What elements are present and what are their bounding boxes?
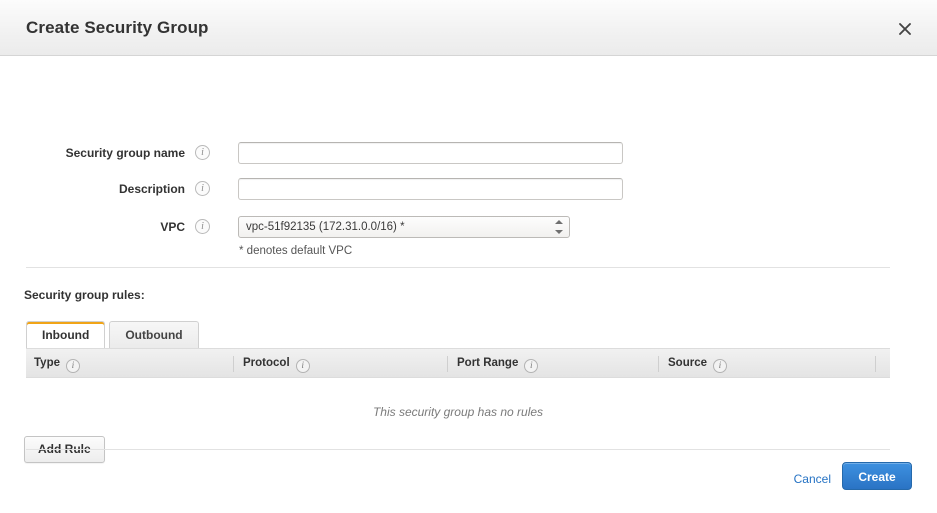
cancel-button[interactable]: Cancel <box>794 472 831 486</box>
column-divider <box>658 356 659 372</box>
info-icon[interactable]: i <box>195 145 210 160</box>
column-header-port-range-label: Port Range <box>457 357 519 369</box>
column-header-protocol: Protocol i <box>243 349 310 378</box>
column-divider <box>447 356 448 372</box>
column-header-port-range: Port Range i <box>457 349 539 378</box>
rules-table: Type i Protocol i Port Range i Source i <box>26 348 890 378</box>
rules-section-label: Security group rules: <box>24 288 145 302</box>
column-header-source-label: Source <box>668 357 707 369</box>
security-group-name-label: Security group name <box>65 146 185 160</box>
footer-divider <box>26 449 890 450</box>
info-icon[interactable]: i <box>295 359 310 373</box>
table-header-row: Type i Protocol i Port Range i Source i <box>26 348 890 378</box>
vpc-select[interactable]: vpc-51f92135 (172.31.0.0/16) * <box>238 216 570 238</box>
section-divider <box>26 267 890 268</box>
info-icon[interactable]: i <box>524 359 539 373</box>
field-row-security-group-name: Security group name i <box>0 142 937 164</box>
description-label: Description <box>118 182 185 196</box>
column-header-source: Source i <box>668 349 727 378</box>
stepper-arrows-icon <box>555 220 564 234</box>
dialog-body: Security group name i Description i VPC … <box>0 56 937 463</box>
column-divider <box>875 356 876 372</box>
info-icon[interactable]: i <box>195 181 210 196</box>
dialog-header: Create Security Group <box>0 0 937 56</box>
vpc-label: VPC <box>160 220 185 234</box>
vpc-select-value: vpc-51f92135 (172.31.0.0/16) * <box>246 221 405 233</box>
empty-state-message: This security group has no rules <box>372 405 544 419</box>
description-input[interactable] <box>238 178 623 200</box>
tab-outbound[interactable]: Outbound <box>109 321 199 348</box>
security-group-name-input[interactable] <box>238 142 623 164</box>
create-security-group-dialog: Create Security Group Security group nam… <box>0 0 937 513</box>
vpc-note: * denotes default VPC <box>239 245 353 257</box>
rules-tabs: Inbound Outbound <box>26 321 199 348</box>
info-icon[interactable]: i <box>713 359 727 373</box>
dialog-footer: Cancel Create <box>0 449 937 513</box>
info-icon[interactable]: i <box>195 219 210 234</box>
field-row-vpc: VPC i vpc-51f92135 (172.31.0.0/16) * <box>0 216 937 238</box>
column-header-type-label: Type <box>34 357 60 369</box>
tab-inbound[interactable]: Inbound <box>26 321 106 348</box>
close-icon[interactable] <box>895 19 915 39</box>
page-title: Create Security Group <box>26 18 209 37</box>
info-icon[interactable]: i <box>66 359 80 373</box>
column-header-type: Type i <box>34 349 80 378</box>
column-divider <box>233 356 234 372</box>
column-header-protocol-label: Protocol <box>243 357 290 369</box>
field-row-description: Description i <box>0 178 937 200</box>
create-button[interactable]: Create <box>842 462 912 490</box>
